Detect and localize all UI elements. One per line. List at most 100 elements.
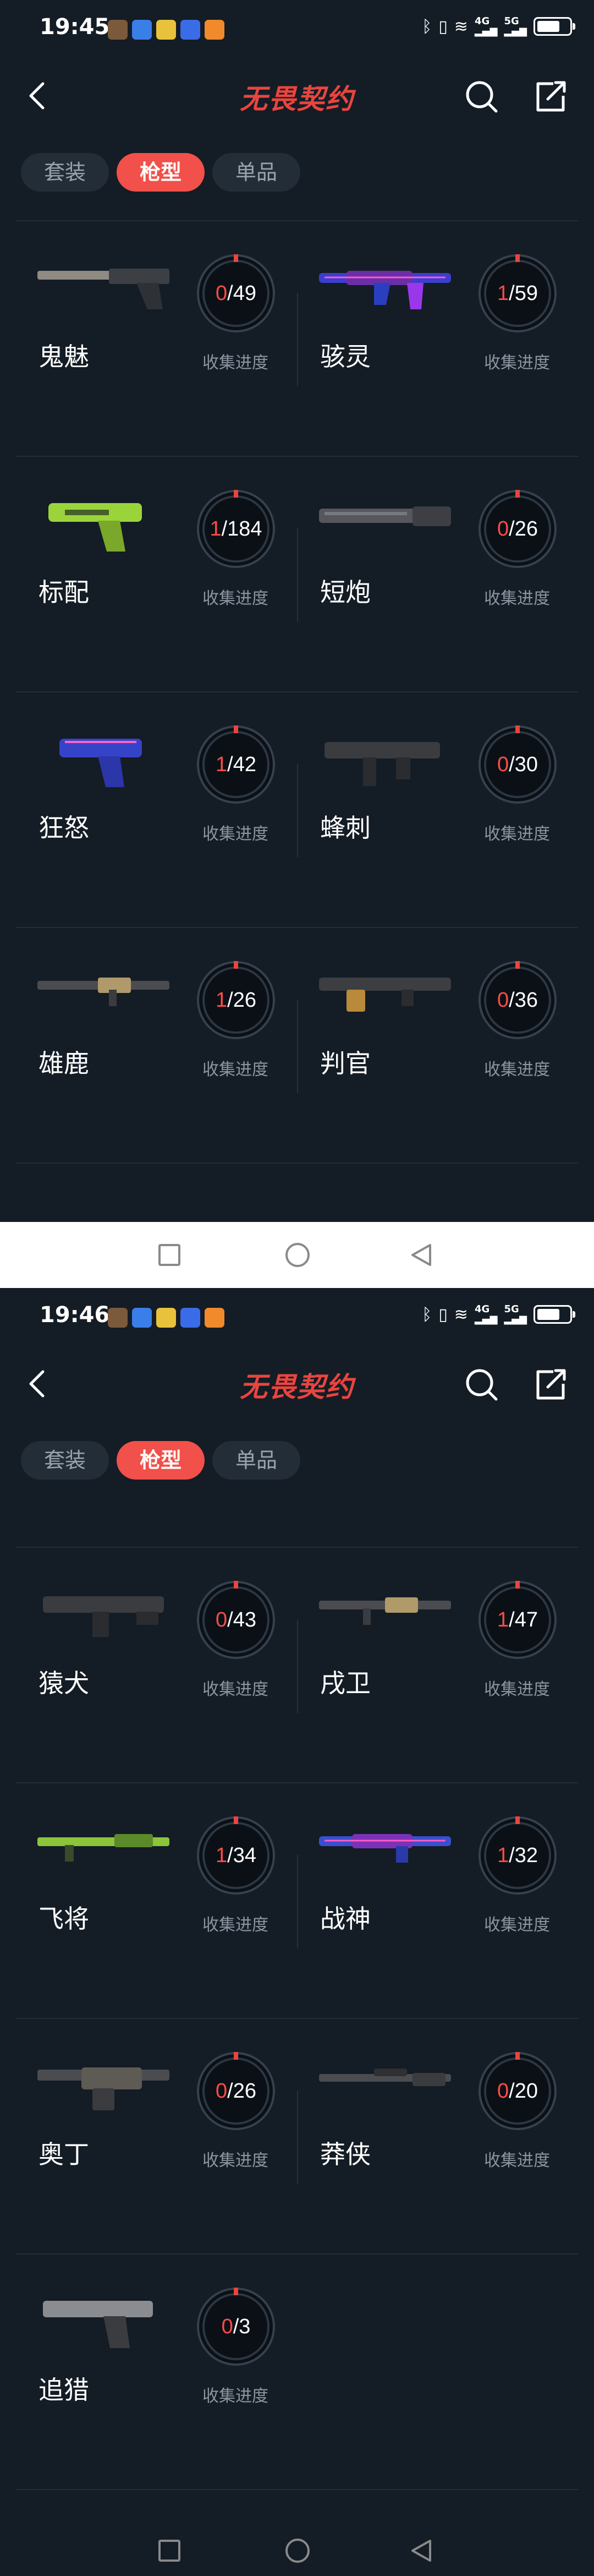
signal-5g-icon: 5G ▂▄▆ (504, 1303, 527, 1325)
weapon-name: 雄鹿 (38, 1049, 89, 1078)
vibrate-icon: ▯ (438, 17, 448, 36)
home-icon[interactable] (285, 1243, 310, 1267)
recent-apps-icon[interactable] (158, 1244, 180, 1266)
weapon-card[interactable]: 鬼魅 0/49 收集进度 (15, 221, 297, 456)
weapon-image (37, 1834, 169, 1862)
progress-ring: 0/26 (197, 2052, 275, 2130)
bluetooth-icon: ᛒ (422, 17, 432, 36)
weapon-name: 飞将 (38, 1904, 89, 1934)
tab-weapon-types[interactable]: 枪型 (117, 153, 205, 192)
grid-row: 鬼魅 0/49 收集进度 骇灵 1/59 收集进度 (15, 220, 579, 456)
collected-count: 1 (497, 1844, 509, 1867)
weapon-image (37, 269, 169, 309)
signal-5g-icon: 5G ▂▄▆ (504, 15, 527, 37)
progress-ring: 1/184 (197, 490, 275, 568)
progress-label: 收集进度 (484, 353, 550, 373)
weapon-card[interactable]: 标配 1/184 收集进度 (15, 457, 297, 691)
total-count: 30 (514, 753, 538, 776)
app-notification-icon (156, 20, 176, 40)
total-count: 26 (514, 517, 538, 541)
app-notification-icon (156, 1308, 176, 1328)
share-icon[interactable] (531, 1365, 570, 1404)
weapon-image (48, 503, 142, 552)
weapon-card[interactable]: 短炮 0/26 收集进度 (297, 457, 579, 691)
progress-label: 收集进度 (202, 1060, 268, 1079)
weapon-card[interactable]: 蜂刺 0/30 收集进度 (297, 692, 579, 927)
tab-single-items[interactable]: 单品 (212, 153, 300, 192)
search-icon[interactable] (462, 1365, 501, 1404)
vibrate-icon: ▯ (438, 1305, 448, 1324)
share-icon[interactable] (531, 77, 570, 116)
status-bar: 19:46 ᛒ ▯ ≋ 4G ▂▄▆ 5G ▂▄▆ (0, 1288, 594, 1349)
status-bar: 19:45 ᛒ ▯ ≋ 4G ▂▄▆ 5G ▂▄▆ (0, 0, 594, 61)
weapon-name: 鬼魅 (38, 342, 89, 372)
weapon-card[interactable]: 雄鹿 1/26 收集进度 (15, 928, 297, 1163)
notification-icons (108, 1308, 224, 1328)
weapon-card[interactable]: 飞将 1/34 收集进度 (15, 1783, 297, 2018)
grid-row: 奥丁 0/26 收集进度 莽侠 0/20 收集进度 (15, 2018, 579, 2253)
weapon-card[interactable]: 判官 0/36 收集进度 (297, 928, 579, 1163)
home-icon[interactable] (285, 2539, 310, 2563)
collected-count: 1 (497, 1608, 509, 1631)
tab-outfits[interactable]: 套装 (21, 153, 109, 192)
app-notification-icon (132, 20, 152, 40)
weapon-card[interactable]: 奥丁 0/26 收集进度 (15, 2019, 297, 2253)
progress-ring: 0/36 (479, 961, 557, 1039)
tab-single-items[interactable]: 单品 (212, 1441, 300, 1480)
weapon-card[interactable]: 战神 1/32 收集进度 (297, 1783, 579, 2018)
grid-row: 雄鹿 1/26 收集进度 判官 0/36 收集进度 (15, 927, 579, 1163)
system-navigation-bar (0, 2526, 594, 2576)
search-icon[interactable] (462, 77, 501, 116)
tab-outfits[interactable]: 套装 (21, 1441, 109, 1480)
progress-label: 收集进度 (202, 1680, 268, 1699)
weapon-card[interactable]: 莽侠 0/20 收集进度 (297, 2019, 579, 2253)
battery-icon (534, 17, 575, 36)
weapon-name: 猿犬 (38, 1668, 89, 1698)
weapon-card[interactable]: 戌卫 1/47 收集进度 (297, 1548, 579, 1782)
collected-count: 0 (497, 753, 509, 776)
progress-ring: 0/43 (197, 1581, 275, 1659)
progress-ring: 1/32 (479, 1816, 557, 1895)
app-notification-icon (180, 1308, 200, 1328)
total-count: 43 (233, 1608, 256, 1631)
weapon-card[interactable]: 狂怒 1/42 收集进度 (15, 692, 297, 927)
collected-count: 1 (210, 517, 222, 541)
collected-count: 0 (221, 2315, 233, 2338)
weapon-name: 短炮 (320, 577, 371, 607)
weapon-name: 骇灵 (320, 342, 371, 372)
weapon-image (319, 2069, 451, 2086)
weapon-card[interactable]: 骇灵 1/59 收集进度 (297, 221, 579, 456)
progress-label: 收集进度 (484, 2151, 550, 2170)
weapon-grid: 鬼魅 0/49 收集进度 骇灵 1/59 收集进度 标配 1/184 收集进度 (15, 220, 579, 1222)
collected-count: 1 (216, 753, 228, 776)
weapon-name: 狂怒 (38, 813, 89, 843)
progress-label: 收集进度 (484, 1915, 550, 1935)
weapon-name: 判官 (320, 1049, 371, 1078)
weapon-name: 战神 (320, 1904, 371, 1934)
total-count: 26 (233, 989, 256, 1012)
back-nav-icon[interactable] (408, 1242, 435, 1268)
weapon-card[interactable]: 追猎 0/3 收集进度 (15, 2255, 297, 2489)
screenshot-2: 19:46 ᛒ ▯ ≋ 4G▂▄▆ 5G▂▄▆ 无畏契约 套装 枪型 单品 (0, 1288, 594, 2526)
weapon-image (324, 742, 440, 786)
total-count: 26 (233, 2080, 256, 2103)
total-count: 59 (514, 282, 538, 305)
progress-label: 收集进度 (202, 1915, 268, 1935)
collected-count: 0 (497, 517, 509, 541)
wifi-icon: ≋ (454, 1305, 468, 1324)
grid-row (15, 2489, 579, 2522)
status-time: 19:45 (40, 14, 110, 40)
weapon-card[interactable]: 猿犬 0/43 收集进度 (15, 1548, 297, 1782)
weapon-name: 莽侠 (320, 2140, 371, 2169)
total-count: 36 (514, 989, 538, 1012)
progress-ring: 1/59 (479, 254, 557, 332)
progress-label: 收集进度 (202, 353, 268, 373)
system-navigation-bar (0, 1222, 594, 1287)
recent-apps-icon[interactable] (158, 2540, 180, 2562)
back-nav-icon[interactable] (408, 2537, 435, 2564)
grid-row: 飞将 1/34 收集进度 战神 1/32 收集进度 (15, 1782, 579, 2018)
bluetooth-icon: ᛒ (422, 1305, 432, 1324)
collected-count: 0 (497, 989, 509, 1012)
tab-weapon-types[interactable]: 枪型 (117, 1441, 205, 1480)
weapon-name: 蜂刺 (320, 813, 371, 843)
